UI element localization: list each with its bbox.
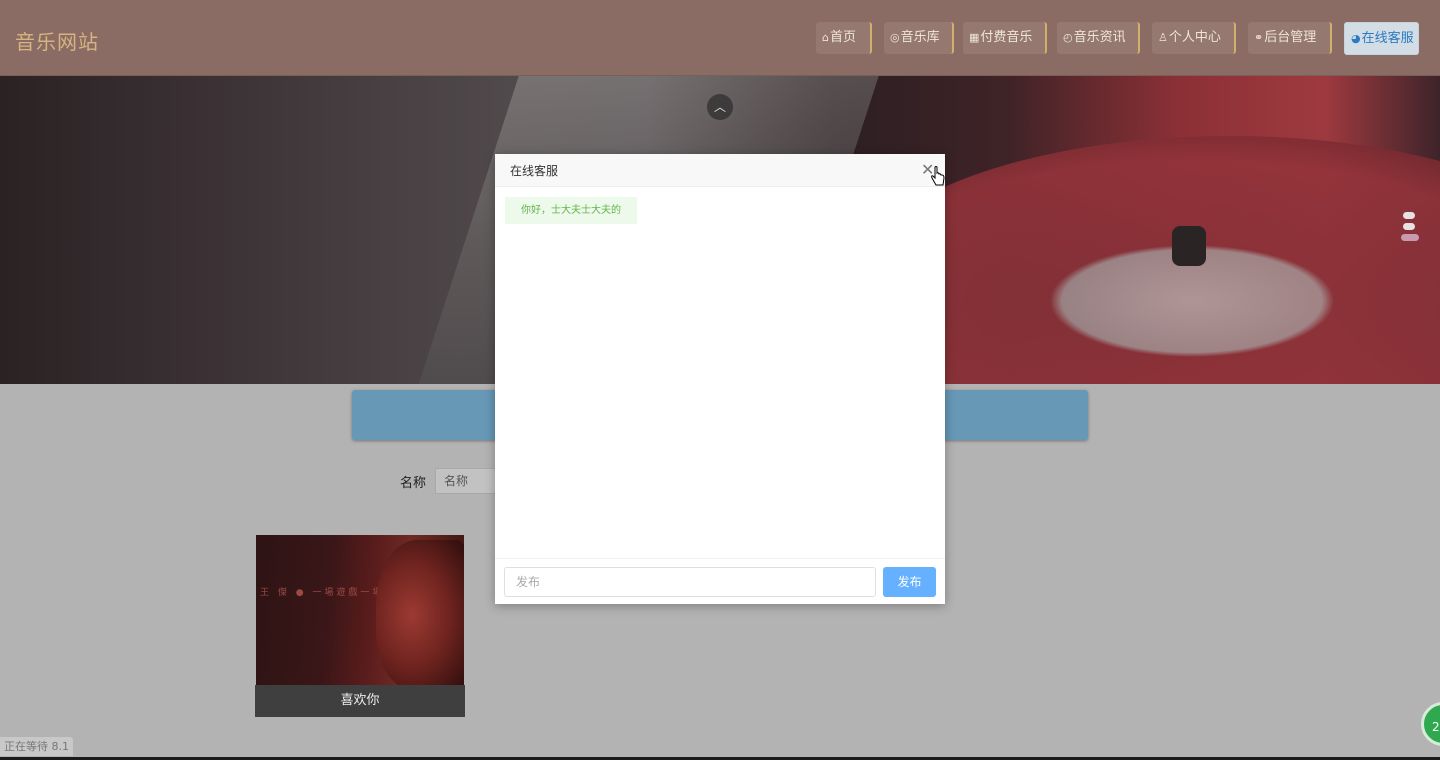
search-label: 名称	[400, 476, 427, 491]
nav-user-center-label: 个人中心	[1168, 30, 1221, 45]
dialog-title: 在线客服	[510, 164, 559, 178]
site-brand[interactable]: 音乐网站	[15, 26, 99, 55]
scroll-up-icon[interactable]: ︿	[707, 94, 733, 120]
send-button[interactable]: 发布	[883, 567, 936, 597]
dialog-header: 在线客服 ✕	[495, 154, 945, 187]
nav-online-service[interactable]: ◕在线客服	[1344, 22, 1419, 55]
dialog-footer: 发布 发布	[495, 558, 945, 605]
top-navbar: 音乐网站 ⌂首页 ◎音乐库 ▦付费音乐 ◴音乐资讯 ♙个人中心 ⚭后台管理 ◕在…	[0, 0, 1440, 76]
carousel-indicators	[1401, 212, 1423, 248]
nav-home[interactable]: ⌂首页	[816, 22, 872, 54]
grid-icon: ▦	[969, 31, 980, 44]
floating-badge[interactable]: 25	[1421, 702, 1440, 746]
album-cover[interactable]: 王 傑 ● 一場遊戲一場夢	[256, 535, 464, 685]
carousel-dot-active[interactable]	[1401, 234, 1419, 241]
chat-message: 你好，士大夫士大夫的	[505, 197, 637, 224]
hand-cursor-icon	[931, 166, 945, 186]
clock-icon: ◴	[1063, 31, 1073, 44]
nav-music-library[interactable]: ◎音乐库	[884, 22, 954, 54]
nav-home-label: 首页	[829, 30, 856, 45]
chat-messages: 你好，士大夫士大夫的	[495, 187, 945, 559]
carousel-dot[interactable]	[1403, 223, 1415, 230]
home-icon: ⌂	[822, 31, 829, 44]
song-title[interactable]: 喜欢你	[255, 685, 465, 717]
nav-admin[interactable]: ⚭后台管理	[1248, 22, 1332, 54]
spindle-image	[1172, 226, 1206, 266]
online-service-dialog: 在线客服 ✕ 你好，士大夫士大夫的 发布 发布	[495, 154, 945, 604]
nav-paid-music[interactable]: ▦付费音乐	[963, 22, 1047, 54]
carousel-dot[interactable]	[1403, 212, 1415, 219]
link-icon: ⚭	[1254, 31, 1264, 44]
message-input[interactable]: 发布	[504, 567, 876, 597]
music-library-icon: ◎	[890, 31, 900, 44]
cover-portrait	[376, 540, 464, 685]
nav-music-library-label: 音乐库	[900, 30, 940, 45]
song-card[interactable]: 王 傑 ● 一場遊戲一場夢 喜欢你	[255, 534, 465, 717]
chat-icon: ◕	[1351, 32, 1361, 45]
nav-admin-label: 后台管理	[1264, 30, 1317, 45]
nav-online-service-label: 在线客服	[1361, 31, 1414, 46]
user-icon: ♙	[1158, 31, 1168, 44]
nav-music-news-label: 音乐资讯	[1073, 30, 1126, 45]
browser-status-text: 正在等待 8.1	[0, 737, 73, 756]
nav-paid-music-label: 付费音乐	[980, 30, 1033, 45]
nav-user-center[interactable]: ♙个人中心	[1152, 22, 1236, 54]
nav-music-news[interactable]: ◴音乐资讯	[1057, 22, 1140, 54]
